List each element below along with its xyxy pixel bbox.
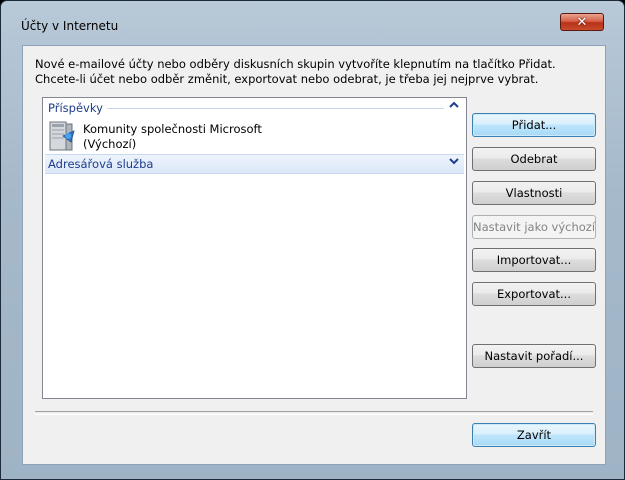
- group-label-directory-service: Adresářová služba: [48, 157, 154, 171]
- instructions-line-2: Chcete-li účet nebo odběr změnit, export…: [35, 72, 539, 86]
- export-button[interactable]: Exportovat...: [472, 282, 596, 306]
- set-default-button[interactable]: Nastavit jako výchozí: [472, 215, 596, 239]
- group-header-directory-service[interactable]: Adresářová služba: [45, 154, 464, 174]
- news-server-icon: [48, 120, 78, 153]
- list-item-text: Komunity společnosti Microsoft (Výchozí): [83, 122, 262, 152]
- properties-button[interactable]: Vlastnosti: [472, 181, 596, 205]
- default-label: (Výchozí): [83, 137, 137, 151]
- remove-button[interactable]: Odebrat: [472, 147, 596, 171]
- group-header-posts[interactable]: Příspěvky: [45, 99, 464, 117]
- instructions-line-1: Nové e-mailové účty nebo odběry diskusní…: [35, 57, 556, 71]
- import-button[interactable]: Importovat...: [472, 248, 596, 272]
- instructions-text: Nové e-mailové účty nebo odběry diskusní…: [35, 57, 595, 87]
- add-button[interactable]: Přidat...: [472, 113, 596, 137]
- list-item-microsoft-communities[interactable]: Komunity společnosti Microsoft (Výchozí): [48, 120, 348, 156]
- close-button[interactable]: Zavřít: [472, 423, 596, 447]
- window-title: Účty v Internetu: [21, 19, 119, 33]
- close-icon: ✕: [576, 14, 588, 30]
- accounts-dialog: Účty v Internetu ✕ Nové e-mailové účty n…: [0, 0, 625, 480]
- chevron-up-icon[interactable]: [448, 100, 460, 114]
- group-label-posts: Příspěvky: [48, 101, 107, 115]
- dialog-body: Nové e-mailové účty nebo odběry diskusní…: [22, 45, 606, 465]
- set-order-button[interactable]: Nastavit pořadí...: [472, 344, 596, 368]
- group-divider: [48, 108, 444, 109]
- accounts-list[interactable]: Příspěvky Komunity společnosti Microsoft…: [42, 97, 467, 399]
- bottom-divider: [35, 411, 593, 415]
- title-bar[interactable]: Účty v Internetu ✕: [1, 1, 624, 33]
- chevron-down-icon[interactable]: [448, 156, 460, 170]
- account-name: Komunity společnosti Microsoft: [83, 122, 262, 136]
- close-window-button[interactable]: ✕: [560, 13, 604, 31]
